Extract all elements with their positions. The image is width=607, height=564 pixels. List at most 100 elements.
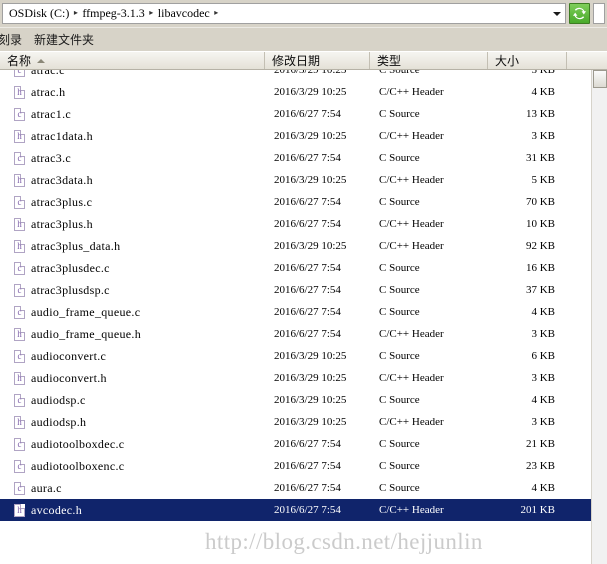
- file-row[interactable]: h audioconvert.h 2016/3/29 10:25 C/C++ Head…: [0, 367, 591, 389]
- header-file-icon: h: [14, 85, 25, 99]
- column-header-type[interactable]: 类型: [370, 52, 488, 69]
- file-name-cell: h atrac.h: [0, 85, 265, 99]
- file-size-cell: 4 KB: [531, 394, 555, 406]
- file-name-cell: c atrac1.c: [0, 107, 265, 121]
- file-name-cell: h atrac3data.h: [0, 173, 265, 187]
- file-size-cell: 16 KB: [525, 262, 555, 274]
- file-row[interactable]: h avcodec.h 2016/6/27 7:54 C/C++ Header 201 …: [0, 499, 591, 521]
- file-type-cell: C Source: [379, 460, 420, 472]
- file-name-label: audio_frame_queue.c: [31, 305, 141, 319]
- file-date-cell: 2016/6/27 7:54: [274, 328, 341, 340]
- address-history-dropdown[interactable]: [548, 3, 566, 24]
- file-name-cell: c audioconvert.c: [0, 349, 265, 363]
- search-input[interactable]: [593, 3, 605, 24]
- file-name-cell: c atrac3.c: [0, 151, 265, 165]
- file-type-cell: C Source: [379, 482, 420, 494]
- c-source-file-icon: c: [14, 349, 25, 363]
- column-header-name[interactable]: 名称: [0, 52, 265, 69]
- file-type-cell: C Source: [379, 438, 420, 450]
- command-toolbar: 刻录 新建文件夹: [0, 27, 607, 51]
- toolbar-new-folder-button[interactable]: 新建文件夹: [28, 30, 100, 50]
- column-header-size[interactable]: 大小: [488, 52, 567, 69]
- file-size-cell: 4 KB: [531, 482, 555, 494]
- file-row[interactable]: h atrac3plus_data.h 2016/3/29 10:25 C/C++ H…: [0, 235, 591, 257]
- breadcrumb-item-root[interactable]: OSDisk (C:): [8, 4, 70, 23]
- column-header-name-label: 名称: [7, 54, 32, 68]
- column-header-date[interactable]: 修改日期: [265, 52, 370, 69]
- file-date-cell: 2016/3/29 10:25: [274, 86, 347, 98]
- file-date-cell: 2016/3/29 10:25: [274, 130, 347, 142]
- vertical-scrollbar[interactable]: [591, 70, 607, 564]
- file-type-cell: C/C++ Header: [379, 130, 444, 142]
- file-date-cell: 2016/3/29 10:25: [274, 394, 347, 406]
- breadcrumb-item-ffmpeg[interactable]: ffmpeg-3.1.3: [81, 4, 145, 23]
- file-name-label: atrac1.c: [31, 107, 72, 121]
- file-date-cell: 2016/6/27 7:54: [274, 504, 341, 516]
- file-row[interactable]: c atrac.c 2016/3/29 10:25 C Source 5 KB: [0, 70, 591, 81]
- file-name-label: audioconvert.c: [31, 349, 107, 363]
- file-size-cell: 4 KB: [531, 86, 555, 98]
- file-type-cell: C/C++ Header: [379, 218, 444, 230]
- file-name-cell: c aura.c: [0, 481, 265, 495]
- file-list[interactable]: catrac.c2016/3/29 10:25C Source5 KBhatra…: [0, 70, 607, 564]
- header-file-icon: h: [14, 173, 25, 187]
- file-row[interactable]: c audiotoolboxenc.c 2016/6/27 7:54 C Source…: [0, 455, 591, 477]
- file-name-cell: c atrac.c: [0, 70, 265, 77]
- c-source-file-icon: c: [14, 195, 25, 209]
- file-row[interactable]: h audio_frame_queue.h 2016/6/27 7:54 C/C++ …: [0, 323, 591, 345]
- file-row[interactable]: h atrac1data.h 2016/3/29 10:25 C/C++ Header…: [0, 125, 591, 147]
- file-row[interactable]: c audio_frame_queue.c 2016/6/27 7:54 C Sour…: [0, 301, 591, 323]
- file-row[interactable]: c aura.c 2016/6/27 7:54 C Source 4 KB: [0, 477, 591, 499]
- toolbar-burn-button[interactable]: 刻录: [0, 30, 28, 50]
- c-source-file-icon: c: [14, 459, 25, 473]
- file-type-cell: C Source: [379, 152, 420, 164]
- file-date-cell: 2016/3/29 10:25: [274, 416, 347, 428]
- file-row[interactable]: c audiotoolboxdec.c 2016/6/27 7:54 C Source…: [0, 433, 591, 455]
- file-row[interactable]: c audioconvert.c 2016/3/29 10:25 C Source 6 …: [0, 345, 591, 367]
- header-file-icon: h: [14, 503, 25, 517]
- breadcrumb-item-libavcodec[interactable]: libavcodec: [157, 4, 211, 23]
- c-source-file-icon: c: [14, 283, 25, 297]
- file-row[interactable]: h atrac3plus.h 2016/6/27 7:54 C/C++ Header 1…: [0, 213, 591, 235]
- breadcrumb-separator-icon[interactable]: ▸: [211, 4, 222, 22]
- file-name-label: atrac.h: [31, 85, 66, 99]
- file-date-cell: 2016/3/29 10:25: [274, 70, 347, 76]
- c-source-file-icon: c: [14, 437, 25, 451]
- file-name-cell: c atrac3plusdec.c: [0, 261, 265, 275]
- breadcrumb-separator-icon[interactable]: ▸: [70, 4, 81, 22]
- file-name-cell: h avcodec.h: [0, 503, 265, 517]
- file-size-cell: 3 KB: [531, 130, 555, 142]
- vertical-scrollbar-thumb[interactable]: [593, 70, 607, 88]
- file-row[interactable]: c audiodsp.c 2016/3/29 10:25 C Source 4 KB: [0, 389, 591, 411]
- file-size-cell: 5 KB: [531, 70, 555, 76]
- breadcrumb-separator-icon[interactable]: ▸: [146, 4, 157, 22]
- file-name-cell: c audiotoolboxdec.c: [0, 437, 265, 451]
- c-source-file-icon: c: [14, 70, 25, 77]
- file-row[interactable]: c atrac1.c 2016/6/27 7:54 C Source 13 KB: [0, 103, 591, 125]
- file-row[interactable]: c atrac3.c 2016/6/27 7:54 C Source 31 KB: [0, 147, 591, 169]
- address-bar: OSDisk (C:) ▸ ffmpeg-3.1.3 ▸ libavcodec …: [0, 0, 607, 27]
- file-name-label: atrac1data.h: [31, 129, 93, 143]
- file-row[interactable]: c atrac3plusdsp.c 2016/6/27 7:54 C Source 37…: [0, 279, 591, 301]
- file-row[interactable]: h atrac.h 2016/3/29 10:25 C/C++ Header 4 KB: [0, 81, 591, 103]
- file-row[interactable]: h atrac3data.h 2016/3/29 10:25 C/C++ Header…: [0, 169, 591, 191]
- refresh-button[interactable]: [569, 3, 590, 24]
- file-name-label: audiotoolboxdec.c: [31, 437, 125, 451]
- file-size-cell: 4 KB: [531, 306, 555, 318]
- c-source-file-icon: c: [14, 305, 25, 319]
- header-file-icon: h: [14, 327, 25, 341]
- file-type-cell: C/C++ Header: [379, 504, 444, 516]
- file-name-label: audiotoolboxenc.c: [31, 459, 125, 473]
- file-type-cell: C Source: [379, 262, 420, 274]
- refresh-icon: [572, 7, 587, 20]
- breadcrumb[interactable]: OSDisk (C:) ▸ ffmpeg-3.1.3 ▸ libavcodec …: [2, 3, 548, 24]
- file-row[interactable]: c atrac3plus.c 2016/6/27 7:54 C Source 70 KB: [0, 191, 591, 213]
- file-type-cell: C Source: [379, 108, 420, 120]
- file-row[interactable]: h audiodsp.h 2016/3/29 10:25 C/C++ Header 3 …: [0, 411, 591, 433]
- file-name-label: audiodsp.c: [31, 393, 86, 407]
- file-size-cell: 3 KB: [531, 328, 555, 340]
- file-row[interactable]: c atrac3plusdec.c 2016/6/27 7:54 C Source 16…: [0, 257, 591, 279]
- c-source-file-icon: c: [14, 107, 25, 121]
- file-size-cell: 31 KB: [525, 152, 555, 164]
- header-file-icon: h: [14, 415, 25, 429]
